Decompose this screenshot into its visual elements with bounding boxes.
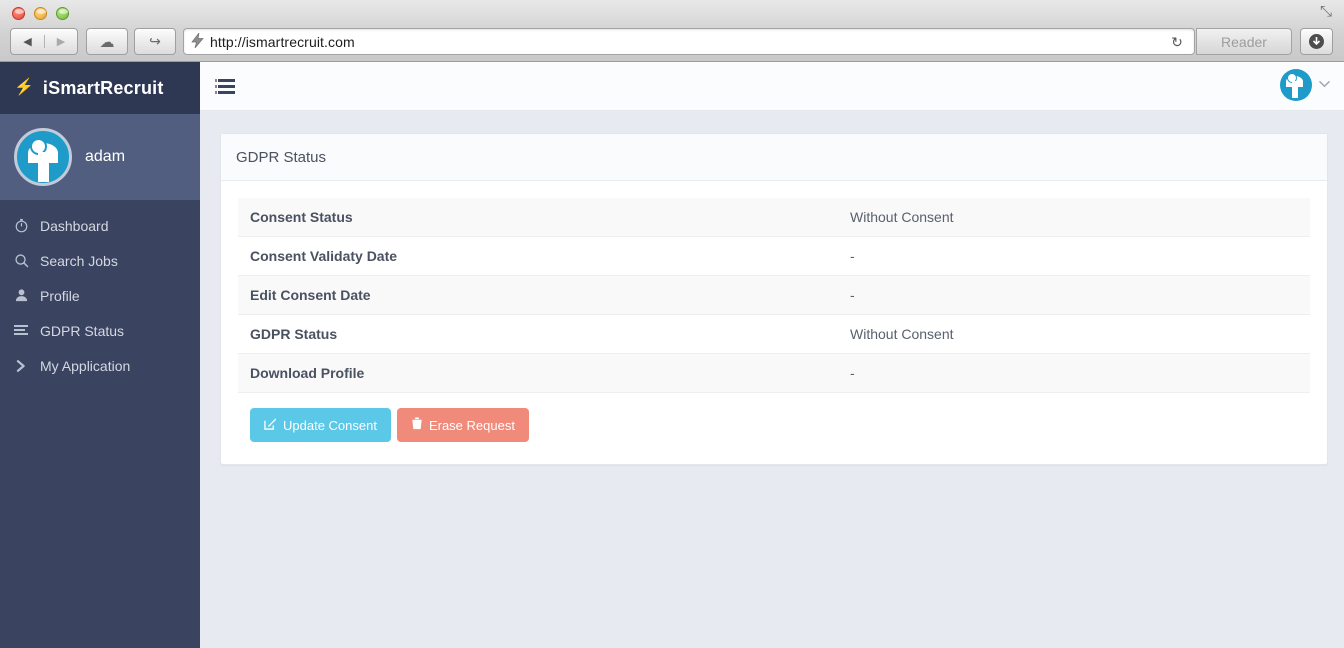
erase-request-button[interactable]: Erase Request <box>396 408 529 442</box>
address-bar[interactable]: http://ismartrecruit.com ↻ <box>183 28 1195 55</box>
topbar <box>200 62 1344 111</box>
window-maximize-button[interactable] <box>56 7 69 20</box>
reload-icon[interactable]: ↻ <box>1168 33 1186 51</box>
sidebar-item-label: Dashboard <box>40 217 109 234</box>
card-header: GDPR Status <box>221 134 1327 181</box>
lightning-bolt-icon: ⚡ <box>14 79 34 96</box>
gdpr-status-card: GDPR Status Consent Status Without Conse… <box>220 133 1328 465</box>
table-row: Consent Validaty Date - <box>238 236 1310 276</box>
app-shell: ⚡ iSmartRecruit adam Dashboard Search Jo… <box>0 62 1344 648</box>
edit-icon <box>264 417 277 433</box>
window-close-button[interactable] <box>12 7 25 20</box>
row-label: Edit Consent Date <box>250 287 371 303</box>
row-value: Without Consent <box>850 326 954 342</box>
row-value: - <box>850 248 855 264</box>
chevron-right-icon <box>14 359 38 373</box>
sidebar-item-label: Search Jobs <box>40 252 118 269</box>
table-row: Download Profile - <box>238 353 1310 393</box>
card-actions: Update Consent Erase Request <box>238 408 1310 442</box>
row-value: - <box>850 365 855 381</box>
sidebar-item-profile[interactable]: Profile <box>0 278 200 313</box>
sidebar-item-label: GDPR Status <box>40 322 125 339</box>
row-value: Without Consent <box>850 209 954 225</box>
sidebar-item-gdpr-status[interactable]: GDPR Status <box>0 313 200 348</box>
back-button[interactable]: ◀ <box>11 35 44 48</box>
dashboard-icon <box>14 218 38 233</box>
topbar-user-menu[interactable] <box>1280 69 1330 101</box>
row-label: Consent Status <box>250 209 353 225</box>
table-row: Consent Status Without Consent <box>238 198 1310 237</box>
update-consent-button[interactable]: Update Consent <box>250 408 391 442</box>
search-icon <box>14 253 38 268</box>
table-row: Edit Consent Date - <box>238 275 1310 315</box>
browser-titlebar: ⤡ <box>0 0 1344 26</box>
lightning-bolt-icon <box>184 32 210 51</box>
avatar <box>1280 69 1312 101</box>
icloud-tabs-icon[interactable]: ☁ <box>86 28 128 55</box>
sidebar-item-dashboard[interactable]: Dashboard <box>0 208 200 243</box>
browser-toolbar: ◀ ▶ ☁ ↪ http://ismartrecruit.com ↻ Reade… <box>0 26 1344 62</box>
downloads-icon[interactable] <box>1300 28 1333 55</box>
row-label: Consent Validaty Date <box>250 248 398 264</box>
sidebar-nav: Dashboard Search Jobs Profile GDPR Statu… <box>0 200 200 383</box>
main-content: GDPR Status Consent Status Without Conse… <box>200 111 1344 648</box>
menu-toggle-icon[interactable] <box>218 79 235 97</box>
chevron-down-icon[interactable] <box>1319 79 1330 91</box>
row-label: Download Profile <box>250 365 365 381</box>
sidebar-item-search-jobs[interactable]: Search Jobs <box>0 243 200 278</box>
trash-icon <box>411 417 423 433</box>
browser-chrome: ⤡ ◀ ▶ ☁ ↪ http://ismartrecruit.com ↻ Rea… <box>0 0 1344 62</box>
user-icon <box>14 288 38 303</box>
url-text: http://ismartrecruit.com <box>210 33 355 50</box>
forward-button[interactable]: ▶ <box>43 35 77 48</box>
brand-name: iSmartRecruit <box>42 77 164 98</box>
sidebar-item-label: My Application <box>40 357 131 374</box>
sidebar-item-my-application[interactable]: My Application <box>0 348 200 383</box>
button-label: Update Consent <box>283 417 377 433</box>
sidebar-item-label: Profile <box>40 287 80 304</box>
card-body: Consent Status Without Consent Consent V… <box>221 181 1327 464</box>
window-resize-icon[interactable]: ⤡ <box>1314 2 1338 22</box>
row-label: GDPR Status <box>250 326 338 342</box>
button-label: Erase Request <box>428 417 515 433</box>
navigation-buttons: ◀ ▶ <box>10 28 78 55</box>
username-label: adam <box>85 148 126 165</box>
sidebar-user-block[interactable]: adam <box>0 114 200 200</box>
avatar-body <box>38 152 49 182</box>
reader-button[interactable]: Reader <box>1196 28 1292 55</box>
page-title: GDPR Status <box>236 148 327 166</box>
brand-logo[interactable]: ⚡ iSmartRecruit <box>0 62 200 114</box>
table-row: GDPR Status Without Consent <box>238 314 1310 354</box>
gdpr-status-table: Consent Status Without Consent Consent V… <box>238 198 1310 393</box>
avatar <box>14 128 72 186</box>
sidebar: ⚡ iSmartRecruit adam Dashboard Search Jo… <box>0 62 200 648</box>
list-icon <box>14 324 38 337</box>
avatar-body <box>1292 81 1298 98</box>
window-minimize-button[interactable] <box>34 7 47 20</box>
share-icon[interactable]: ↪ <box>134 28 176 55</box>
row-value: - <box>850 287 855 303</box>
